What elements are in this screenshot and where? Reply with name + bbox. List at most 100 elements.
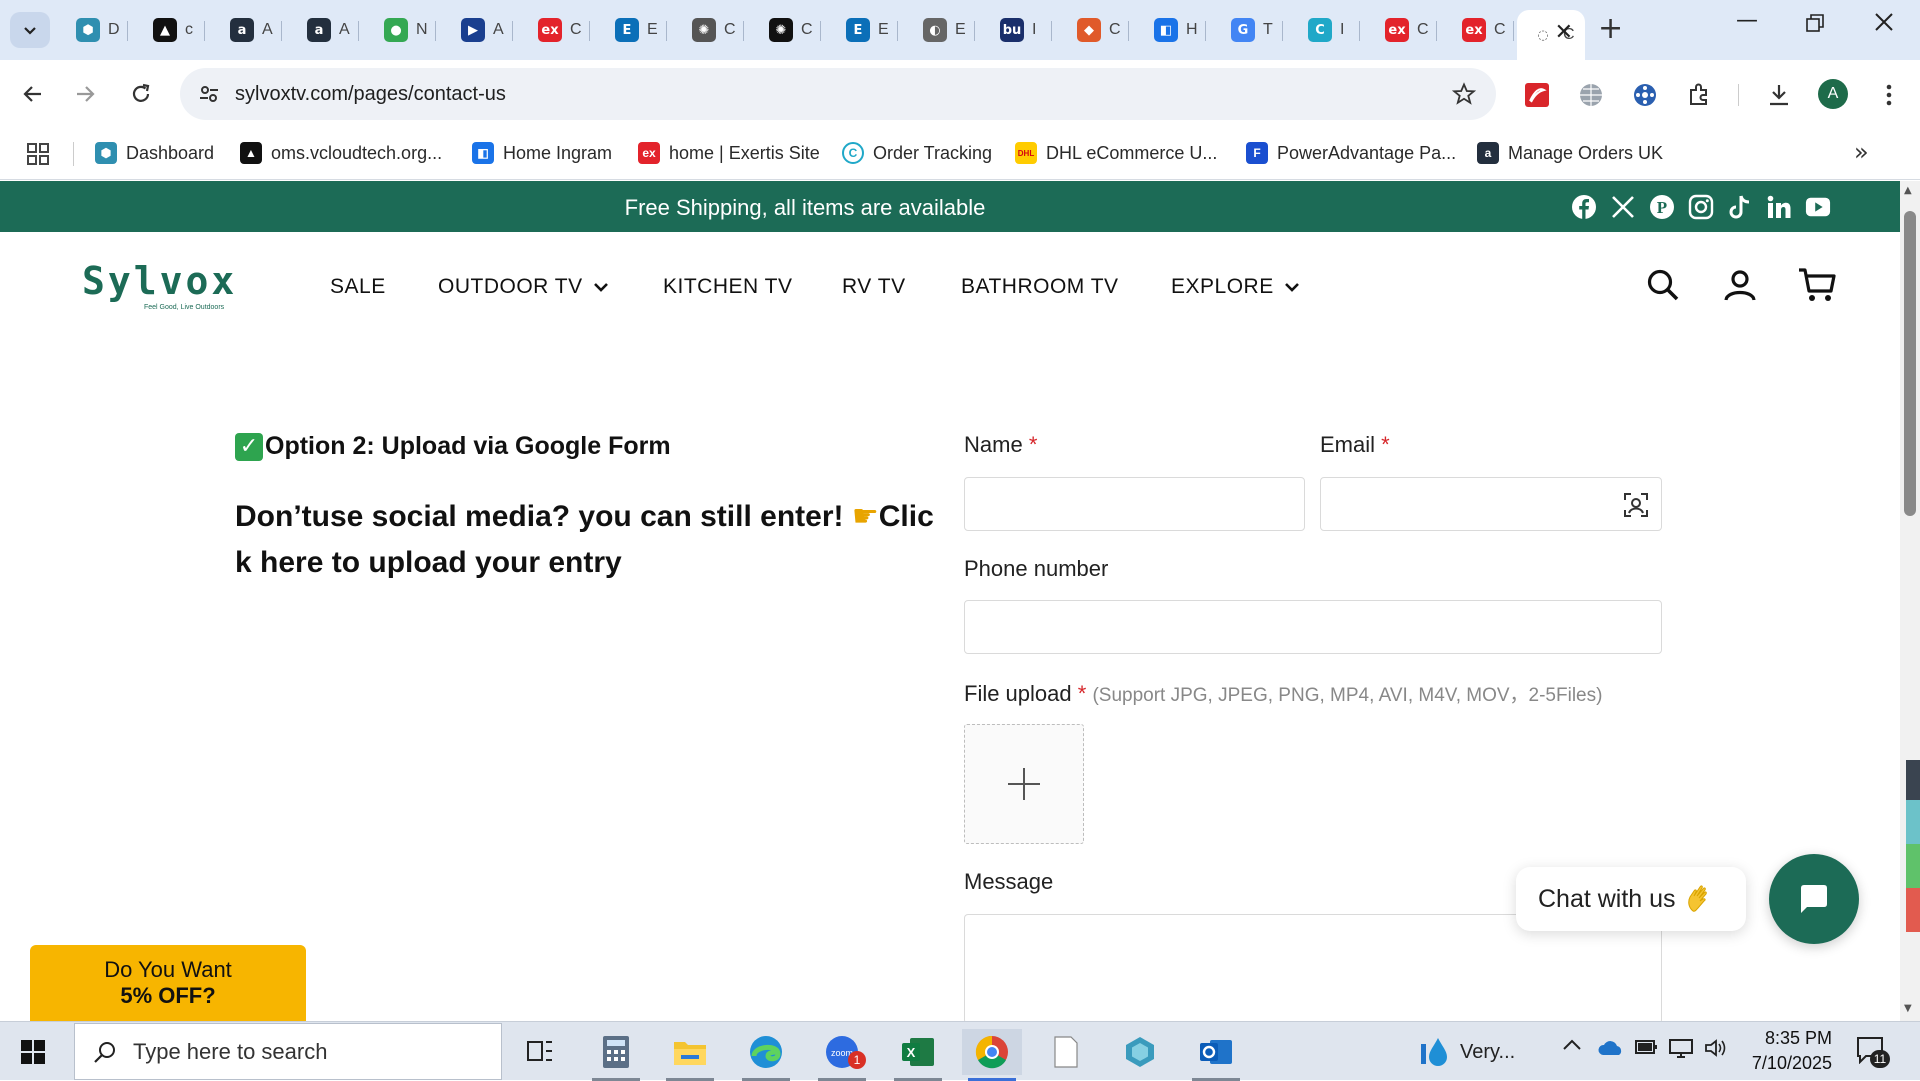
calculator-app-icon[interactable] [586, 1029, 646, 1081]
bookmark-item[interactable]: DHL DHL eCommerce U... [1015, 140, 1217, 166]
chrome-app-icon[interactable] [962, 1029, 1022, 1081]
kebab-menu-icon[interactable] [1874, 80, 1904, 110]
chat-launcher-button[interactable] [1769, 854, 1859, 944]
star-icon[interactable] [1452, 82, 1476, 106]
task-view-icon[interactable] [510, 1029, 570, 1075]
browser-tab[interactable]: ◌ C ✕ [1517, 10, 1585, 60]
browser-tab[interactable]: ✺ C [755, 10, 821, 50]
browser-tab[interactable]: ex C [524, 10, 590, 50]
browser-tab[interactable]: ▶ A [447, 10, 513, 50]
url-text[interactable]: sylvoxtv.com/pages/contact-us [235, 83, 506, 106]
scroll-up-arrow[interactable]: ▲ [1904, 185, 1912, 196]
edge-app-icon[interactable] [736, 1029, 796, 1081]
globe-extension-icon[interactable] [1576, 80, 1606, 110]
outlook-app-icon[interactable] [1186, 1029, 1246, 1081]
x-twitter-icon[interactable] [1610, 194, 1636, 220]
browser-tab[interactable]: EE [832, 10, 898, 50]
reload-button[interactable] [124, 77, 158, 111]
tiktok-icon[interactable] [1727, 194, 1753, 220]
file-explorer-app-icon[interactable] [660, 1029, 720, 1081]
bookmark-item[interactable]: ⬢ Dashboard [95, 140, 214, 166]
waving-hand-icon [1687, 885, 1707, 912]
email-field[interactable] [1320, 477, 1662, 531]
discount-popup-tab[interactable]: Do You Want 5% OFF? [30, 945, 306, 1022]
weather-widget[interactable]: Very... [1420, 1036, 1515, 1068]
back-button[interactable] [16, 77, 50, 111]
facebook-icon[interactable] [1571, 194, 1597, 220]
phone-field[interactable] [964, 600, 1662, 654]
instagram-icon[interactable] [1688, 194, 1714, 220]
network-extension-icon[interactable] [1630, 80, 1660, 110]
browser-tab[interactable]: ✺ C [678, 10, 744, 50]
notification-center-icon[interactable]: 11 [1856, 1036, 1890, 1068]
bookmark-item[interactable]: ▲ oms.vcloudtech.org... [240, 140, 442, 166]
bookmark-item[interactable]: ◧ Home Ingram [472, 140, 612, 166]
nav-explore[interactable]: EXPLORE [1171, 275, 1300, 299]
forward-button[interactable] [68, 77, 102, 111]
browser-tab[interactable]: ◆ C [1063, 10, 1129, 50]
nav-kitchen-tv[interactable]: KITCHEN TV [663, 275, 792, 299]
search-icon[interactable] [1643, 265, 1683, 305]
autofill-contact-icon[interactable] [1623, 492, 1649, 518]
bookmark-item[interactable]: C Order Tracking [842, 140, 992, 166]
new-tab-button[interactable]: + [1598, 14, 1623, 44]
tab-search-button[interactable] [10, 12, 50, 48]
nav-rv-tv[interactable]: RV TV [842, 275, 906, 299]
nav-sale[interactable]: SALE [330, 275, 386, 299]
browser-tab[interactable]: ⬢ D [62, 10, 128, 50]
pinterest-icon[interactable]: P [1649, 194, 1675, 220]
account-icon[interactable] [1720, 265, 1760, 305]
browser-tab[interactable]: CI [1294, 10, 1360, 50]
file-upload-dropzone[interactable] [964, 724, 1084, 844]
extensions-puzzle-icon[interactable] [1684, 80, 1714, 110]
scroll-down-arrow[interactable]: ▼ [1904, 1003, 1912, 1014]
profile-avatar[interactable]: A [1818, 79, 1848, 109]
network-icon[interactable] [1668, 1038, 1694, 1058]
windows-start-icon[interactable] [20, 1039, 46, 1065]
hex-app-icon[interactable] [1110, 1029, 1170, 1075]
browser-tab[interactable]: bu I [986, 10, 1052, 50]
restore-button[interactable] [1806, 14, 1824, 32]
excel-app-icon[interactable]: X [888, 1029, 948, 1081]
minimize-button[interactable]: — [1736, 8, 1758, 33]
cart-icon[interactable] [1797, 265, 1837, 305]
linkedin-icon[interactable] [1766, 194, 1792, 220]
nav-outdoor-tv[interactable]: OUTDOOR TV [438, 275, 609, 299]
chat-with-us-bubble[interactable]: Chat with us [1516, 867, 1746, 931]
name-field[interactable] [964, 477, 1305, 531]
browser-tab[interactable]: ◐ E [909, 10, 975, 50]
browser-tab[interactable]: ex C [1448, 10, 1514, 50]
browser-tab[interactable]: GT [1217, 10, 1283, 50]
downloads-icon[interactable] [1764, 80, 1794, 110]
scrollbar-thumb[interactable] [1904, 211, 1916, 516]
browser-tab[interactable]: aA [216, 10, 282, 50]
more-bookmarks-icon[interactable]: » [1854, 138, 1869, 166]
youtube-icon[interactable] [1805, 194, 1831, 220]
close-tab-icon[interactable]: ✕ [1555, 20, 1573, 45]
apps-grid-icon[interactable] [26, 142, 50, 166]
nav-bathroom-tv[interactable]: BATHROOM TV [961, 275, 1119, 299]
browser-tab[interactable]: ▲ c [139, 10, 205, 50]
address-bar[interactable]: sylvoxtv.com/pages/contact-us [180, 68, 1496, 120]
bookmark-item[interactable]: F PowerAdvantage Pa... [1246, 140, 1456, 166]
pdf-extension-icon[interactable] [1522, 80, 1552, 110]
system-clock[interactable]: 8:35 PM 7/10/2025 [1740, 1026, 1832, 1076]
bookmark-item[interactable]: a Manage Orders UK [1477, 140, 1663, 166]
volume-icon[interactable] [1704, 1038, 1728, 1058]
browser-tab[interactable]: ● N [370, 10, 436, 50]
tray-chevron-up-icon[interactable] [1562, 1038, 1582, 1052]
close-window-button[interactable] [1874, 12, 1894, 32]
browser-tab[interactable]: ex C [1371, 10, 1437, 50]
onedrive-icon[interactable] [1598, 1040, 1624, 1056]
site-settings-icon[interactable] [198, 83, 220, 105]
notepad-app-icon[interactable] [1036, 1029, 1096, 1075]
taskbar-search-box[interactable]: Type here to search [74, 1023, 502, 1080]
zoom-app-icon[interactable]: zoom 1 [812, 1029, 872, 1081]
browser-tab[interactable]: ◧ H [1140, 10, 1206, 50]
triangle-icon: ▲ [153, 18, 177, 42]
bookmark-item[interactable]: ex home | Exertis Site [638, 140, 820, 166]
browser-tab[interactable]: aA [293, 10, 359, 50]
browser-tab[interactable]: EE [601, 10, 667, 50]
sylvox-logo[interactable]: Sylvox Feel Good, Live Outdoors [82, 262, 237, 311]
battery-icon[interactable] [1634, 1038, 1658, 1056]
